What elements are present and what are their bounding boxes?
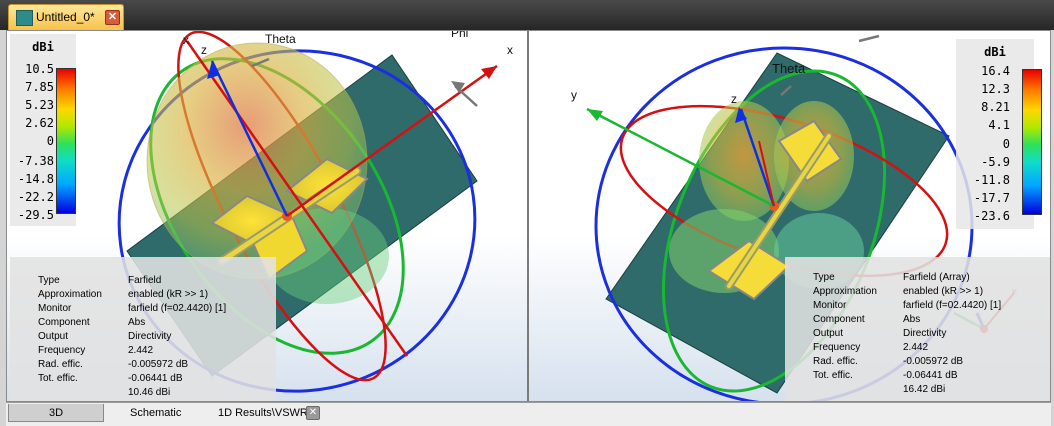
legend-tick: -29.5: [17, 208, 54, 222]
legend-tick: 0: [46, 134, 54, 148]
info-value: -0.005972 dB: [128, 359, 189, 370]
info-label: Monitor: [38, 303, 72, 314]
farfield-info-panel-right: Type Farfield (Array) Approximation enable…: [785, 257, 1050, 401]
legend-tick: -5.9: [981, 155, 1010, 169]
legend-tick: -7.38: [17, 154, 54, 168]
info-label: Rad. effic.: [813, 356, 858, 367]
farfield-info-panel-left: Type Farfield Approximation enabled (kR >>…: [10, 257, 276, 401]
color-legend-left: dBi 10.5 7.85 5.23 2.62 0 -7.38 -14.8 -2…: [10, 34, 76, 226]
info-label: Output: [38, 331, 69, 342]
info-value: Directivity: [903, 328, 947, 339]
document-tab-untitled[interactable]: Untitled_0* ✕: [8, 4, 124, 30]
info-value: Abs: [903, 314, 921, 325]
info-label: Component: [813, 314, 865, 325]
y-axis-label: y: [571, 88, 577, 102]
info-value: 2.442: [903, 342, 929, 353]
legend-tick: 16.4: [981, 64, 1010, 78]
max-directivity-value: 16.42 dBi: [903, 384, 946, 395]
document-tab-label: Untitled_0*: [36, 10, 95, 24]
info-value: enabled (kR >> 1): [903, 286, 984, 297]
document-tab-bar: Untitled_0* ✕: [0, 0, 1054, 30]
close-icon[interactable]: ✕: [105, 10, 120, 25]
theta-label: Theta: [265, 32, 296, 46]
info-label: Frequency: [813, 342, 861, 353]
legend-unit: dBi: [984, 45, 1006, 59]
legend-tick: 4.1: [988, 118, 1010, 132]
color-scale-bar: [1022, 69, 1042, 215]
info-label: Frequency: [38, 345, 86, 356]
y-axis-arrow: [587, 109, 603, 121]
close-icon[interactable]: ✕: [306, 406, 320, 420]
phi-arrow-line: [858, 34, 880, 43]
3d-workspace: x z Theta Phi x dBi 10.5 7.85 5.23 2.62 …: [6, 30, 1051, 402]
view-tab-bar: 3D Schematic 1D Results\VSWR ✕: [6, 402, 1051, 426]
info-label: Tot. effic.: [813, 370, 853, 381]
farfield-view-left[interactable]: x z Theta Phi x dBi 10.5 7.85 5.23 2.62 …: [7, 31, 527, 401]
info-label: Monitor: [813, 300, 847, 311]
info-value: -0.06441 dB: [903, 370, 958, 381]
info-label: Type: [813, 272, 835, 283]
info-label: Type: [38, 275, 60, 286]
info-label: Rad. effic.: [38, 359, 83, 370]
info-value: farfield (f=02.4420) [1]: [903, 300, 1002, 311]
info-label: Output: [813, 328, 844, 339]
tab-schematic[interactable]: Schematic: [130, 404, 181, 422]
z-axis-label: z: [201, 43, 207, 57]
legend-tick: -14.8: [17, 172, 54, 186]
legend-tick: -11.8: [973, 173, 1010, 187]
info-label: Approximation: [38, 289, 102, 300]
info-label: Component: [38, 317, 90, 328]
cst-project-icon: [16, 10, 33, 26]
legend-tick: 2.62: [25, 116, 54, 130]
legend-tick: 5.23: [25, 98, 54, 112]
legend-tick: 7.85: [25, 80, 54, 94]
tab-3d[interactable]: 3D: [8, 404, 104, 422]
info-label: Tot. effic.: [38, 373, 78, 384]
info-value: Directivity: [128, 331, 172, 342]
info-value: -0.005972 dB: [903, 356, 964, 367]
color-scale-bar: [56, 68, 76, 214]
info-value: 2.442: [128, 345, 154, 356]
info-value: Abs: [128, 317, 146, 328]
x-axis-label: x: [183, 33, 189, 47]
info-label: Approximation: [813, 286, 877, 297]
legend-tick: 0: [1002, 137, 1010, 151]
phi-label: Phi: [451, 31, 468, 40]
legend-unit: dBi: [32, 40, 54, 54]
tab-1d-results-vswr[interactable]: 1D Results\VSWR: [218, 404, 308, 422]
color-legend-right: dBi 16.4 12.3 8.21 4.1 0 -5.9 -11.8 -17.…: [956, 39, 1042, 229]
info-value: Farfield (Array): [903, 272, 970, 283]
info-value: -0.06441 dB: [128, 373, 183, 384]
info-value: Farfield: [128, 275, 162, 286]
legend-tick: -22.2: [17, 190, 54, 204]
z-axis-label: z: [731, 92, 737, 106]
x-axis-label-2: x: [507, 43, 513, 57]
legend-tick: 8.21: [981, 100, 1010, 114]
info-value: farfield (f=02.4420) [1]: [128, 303, 227, 314]
theta-label: Theta: [772, 61, 806, 76]
info-value: enabled (kR >> 1): [128, 289, 209, 300]
legend-tick: 12.3: [981, 82, 1010, 96]
legend-tick: 10.5: [25, 62, 54, 76]
max-directivity-value: 10.46 dBi: [128, 387, 171, 398]
farfield-view-right[interactable]: × y z Theta dBi 16.4 12.3 8.21 4.1 0 -5.…: [529, 31, 1050, 401]
legend-tick: -23.6: [973, 209, 1010, 223]
legend-tick: -17.7: [973, 191, 1010, 205]
